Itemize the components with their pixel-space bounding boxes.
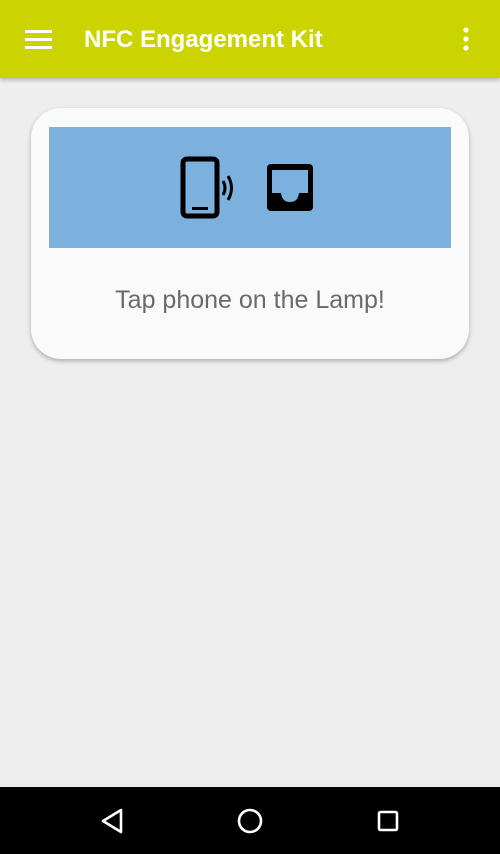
- hamburger-menu-icon: [25, 30, 52, 49]
- back-button[interactable]: [87, 797, 137, 845]
- screen: NFC Engagement Kit Tap phone on the Lamp…: [0, 0, 500, 854]
- app-title: NFC Engagement Kit: [84, 26, 323, 53]
- home-button[interactable]: [225, 797, 275, 845]
- system-nav-bar: [0, 787, 500, 854]
- phone-nfc-icon: [180, 156, 233, 219]
- instruction-text: Tap phone on the Lamp!: [115, 286, 385, 314]
- more-vert-icon: [463, 27, 469, 51]
- recents-square-icon: [377, 810, 399, 832]
- instruction-card: Tap phone on the Lamp!: [31, 108, 469, 359]
- back-triangle-icon: [101, 808, 123, 834]
- overflow-menu-button[interactable]: [446, 14, 486, 64]
- app-bar: NFC Engagement Kit: [0, 0, 500, 78]
- recents-button[interactable]: [363, 797, 413, 845]
- menu-button[interactable]: [14, 14, 64, 64]
- home-circle-icon: [237, 808, 263, 834]
- card-banner: [49, 127, 451, 248]
- inbox-icon: [267, 164, 313, 211]
